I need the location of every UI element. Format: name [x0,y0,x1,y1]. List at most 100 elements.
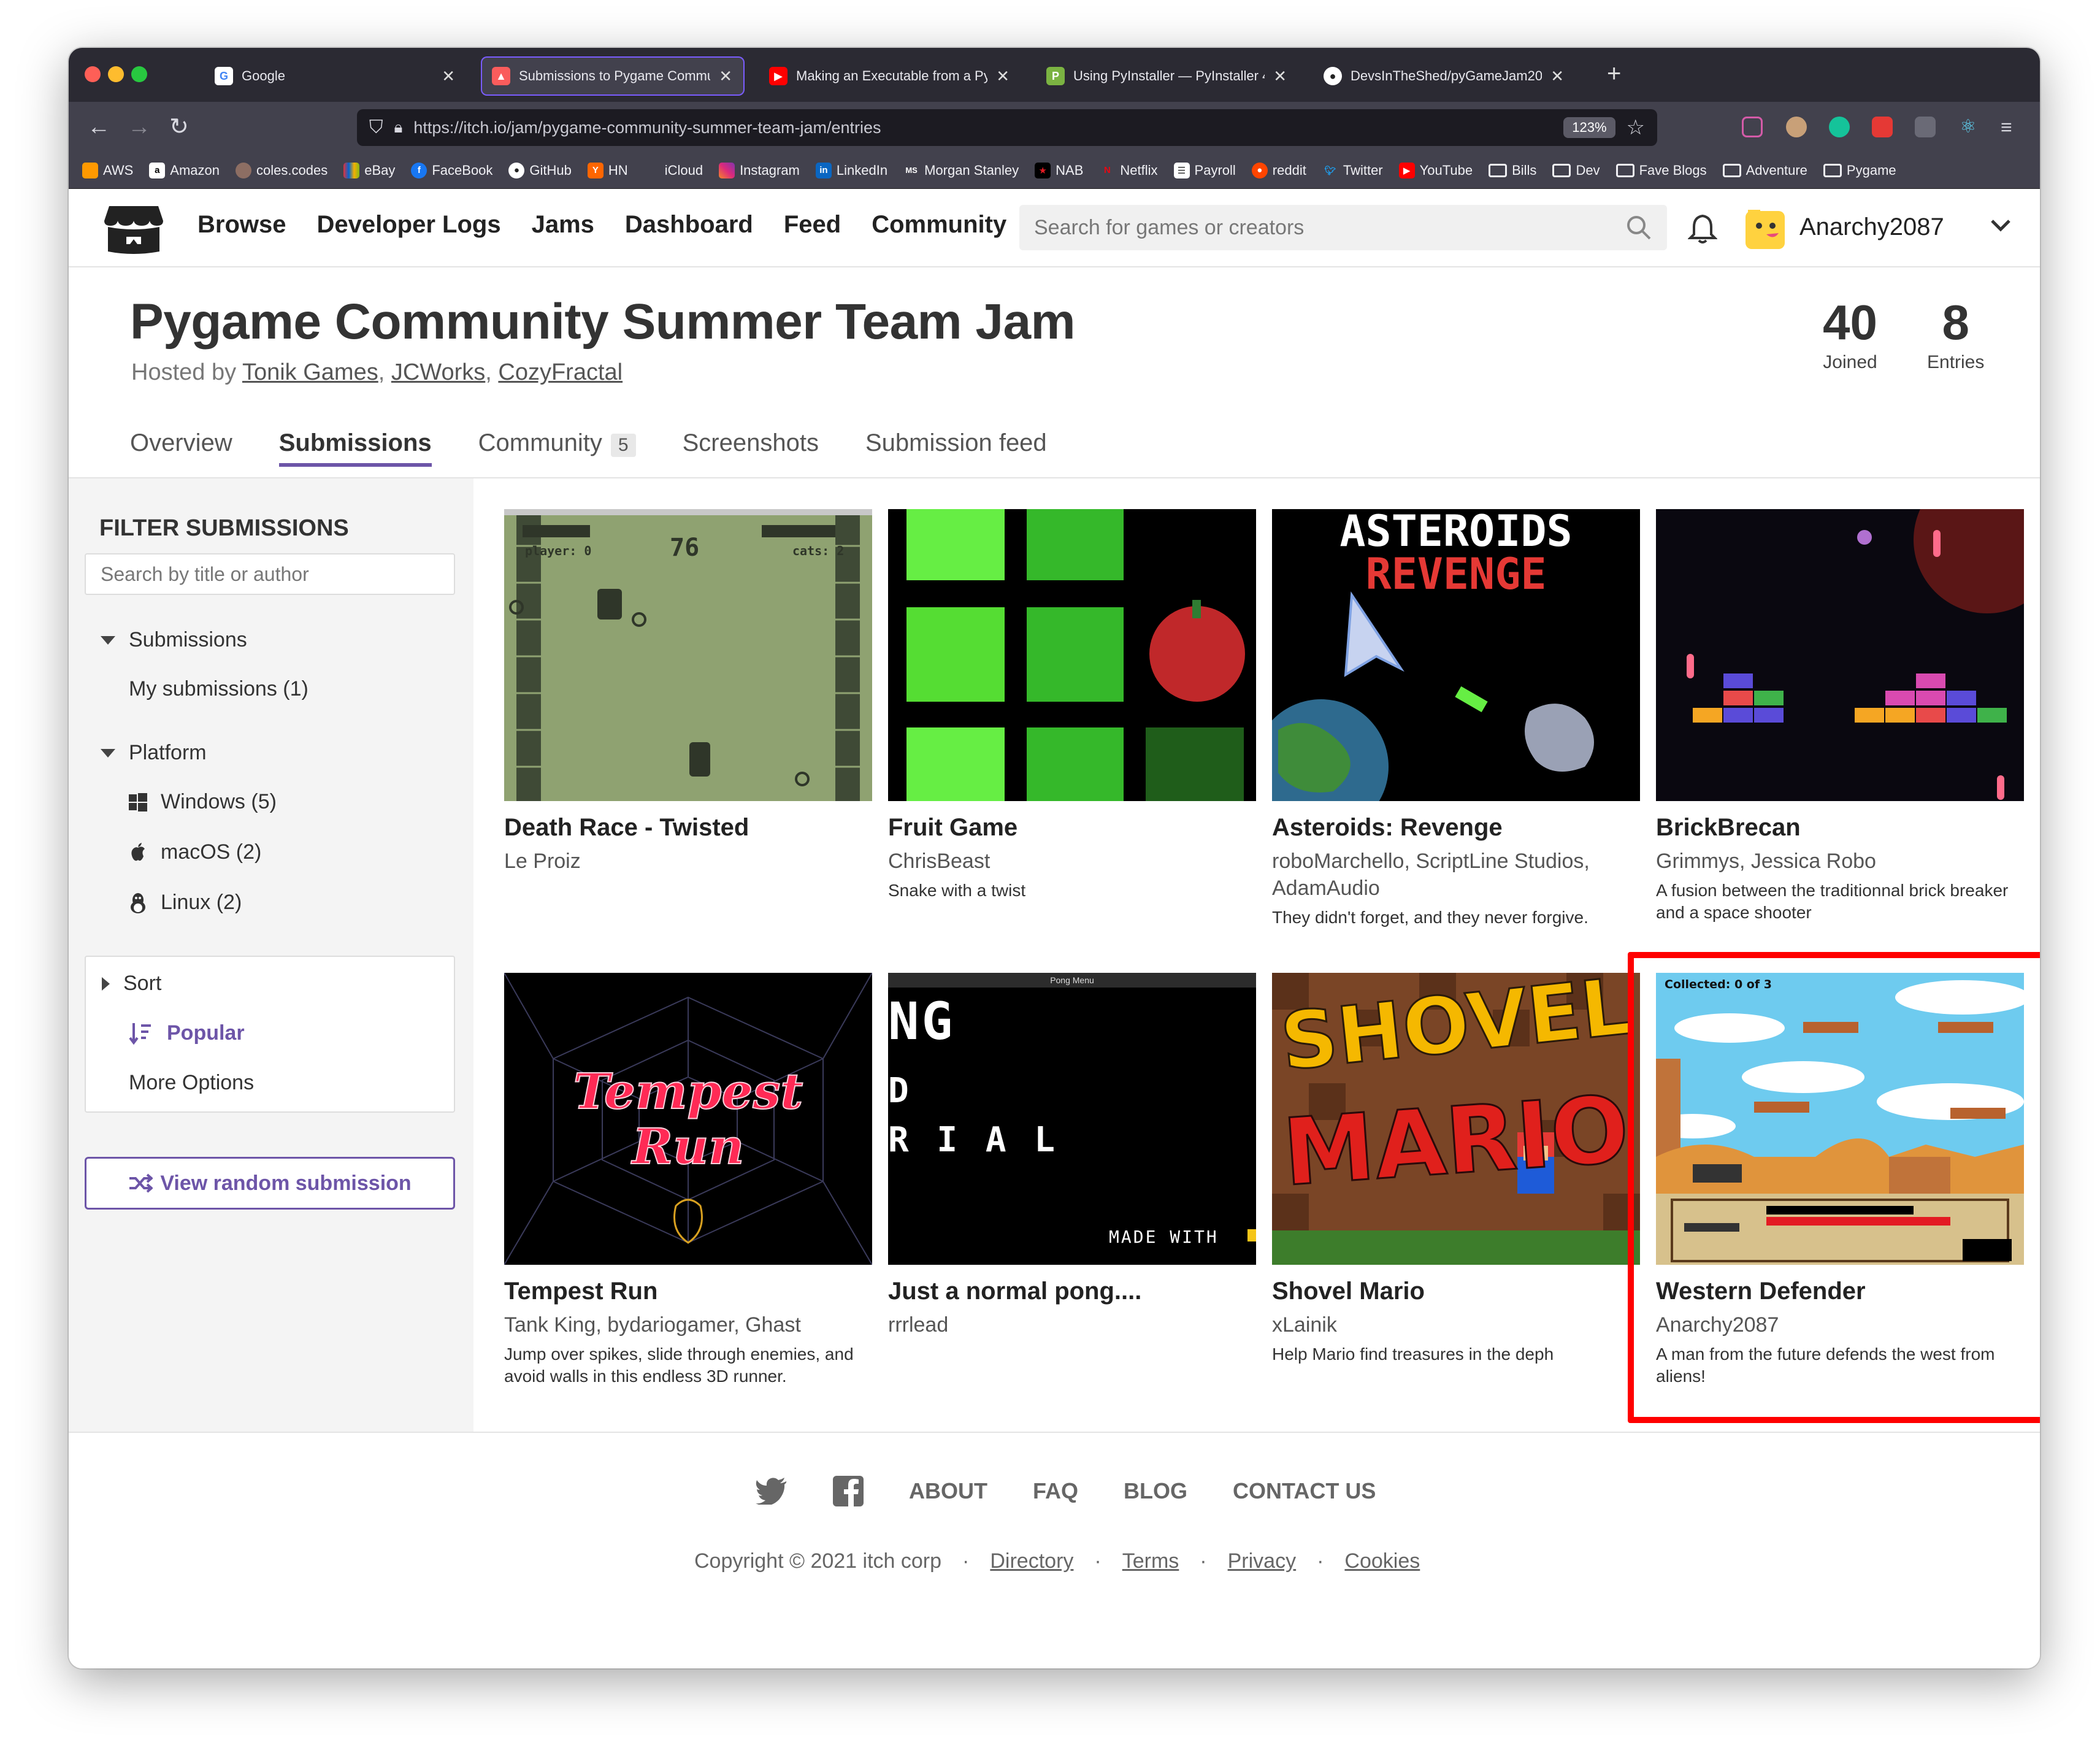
shield-icon[interactable]: ⛉ [369,117,383,138]
zoom-level-badge[interactable]: 123% [1563,117,1615,138]
footer-faq-link[interactable]: FAQ [1033,1478,1078,1504]
game-title[interactable]: BrickBrecan [1656,812,2024,843]
game-thumbnail-brickbrecan[interactable] [1656,509,2024,801]
browser-tab-github[interactable]: ● DevsInTheShed/pyGameJam202 ✕ [1312,56,1576,96]
bookmark-icloud[interactable]: iCloud [644,163,703,178]
nav-community[interactable]: Community [872,211,1006,239]
bookmark-folder-pygame[interactable]: Pygame [1823,163,1896,178]
menu-icon[interactable]: ≡ [2001,113,2012,141]
game-title[interactable]: Fruit Game [888,812,1256,843]
forward-arrow-icon[interactable]: → [128,113,151,141]
close-tab-icon[interactable]: ✕ [719,67,732,86]
game-thumbnail-asteroids[interactable]: ASTEROIDS REVENGE [1272,509,1640,801]
sort-more-options[interactable]: More Options [129,1071,254,1095]
game-title[interactable]: Just a normal pong.... [888,1276,1256,1306]
game-thumbnail-shovel-mario[interactable]: SHOVEL MARIO [1272,973,1640,1265]
bookmark-folder-fave-blogs[interactable]: Fave Blogs [1615,163,1707,178]
close-tab-icon[interactable]: ✕ [1550,67,1564,86]
site-search-input[interactable]: Search for games or creators [1019,205,1667,250]
game-thumbnail-death-race[interactable]: 76 player: 0 cats: 2 [504,509,872,801]
game-author[interactable]: xLainik [1272,1311,1640,1338]
grammarly-icon[interactable] [1829,117,1850,137]
nav-browse[interactable]: Browse [197,211,286,239]
bookmark-folder-dev[interactable]: Dev [1552,163,1600,178]
host-link[interactable]: CozyFractal [498,359,623,385]
bookmark-amazon[interactable]: a Amazon [149,162,220,178]
itch-logo-icon[interactable] [103,201,164,256]
sort-toggle[interactable]: Sort [102,972,161,996]
game-author[interactable]: ChrisBeast [888,848,1256,875]
bookmark-linkedin[interactable]: in LinkedIn [815,162,887,178]
game-author[interactable]: Grimmys, Jessica Robo [1656,848,2024,875]
game-title[interactable]: Death Race - Twisted [504,812,872,843]
pocket-icon[interactable] [1742,117,1763,137]
search-icon[interactable] [1625,214,1652,241]
footer-blog-link[interactable]: BLOG [1124,1478,1187,1504]
footer-contact-link[interactable]: CONTACT US [1233,1478,1376,1504]
filter-search-input[interactable]: Search by title or author [85,553,455,595]
footer-terms-link[interactable]: Terms [1122,1549,1179,1573]
nav-dashboard[interactable]: Dashboard [625,211,753,239]
linux-filter[interactable]: Linux (2) [129,891,242,915]
bookmark-morgan-stanley[interactable]: MS Morgan Stanley [903,163,1019,178]
tab-submissions[interactable]: Submissions [278,429,432,467]
platform-filter-toggle[interactable]: Platform [101,741,207,765]
browser-tab-submissions[interactable]: ▲ Submissions to Pygame Commu ✕ [481,56,745,96]
game-card[interactable]: SHOVEL MARIO Shovel Mario xLainik Help M… [1272,973,1640,1365]
game-thumbnail-tempest-run[interactable]: Tempest Run [504,973,872,1265]
close-tab-icon[interactable]: ✕ [442,67,455,86]
footer-directory-link[interactable]: Directory [990,1549,1073,1573]
user-avatar[interactable] [1743,207,1787,251]
nav-jams[interactable]: Jams [532,211,594,239]
bookmark-ebay[interactable]: eBay [343,162,395,178]
game-author[interactable]: roboMarchello, ScriptLine Studios, AdamA… [1272,848,1640,902]
tab-overview[interactable]: Overview [130,429,232,467]
close-window-button[interactable] [85,66,101,82]
browser-tab-google[interactable]: G Google ✕ [204,56,467,96]
game-card[interactable]: Tempest Run Tempest Run Tank King, bydar… [504,973,872,1387]
game-card[interactable]: Fruit Game ChrisBeast Snake with a twist [888,509,1256,902]
footer-cookies-link[interactable]: Cookies [1344,1549,1420,1573]
bookmark-folder-adventure[interactable]: Adventure [1722,163,1807,178]
bookmark-star-icon[interactable]: ☆ [1627,115,1645,140]
my-submissions-filter[interactable]: My submissions (1) [129,677,308,701]
footer-about-link[interactable]: ABOUT [909,1478,987,1504]
notification-bell-icon[interactable] [1688,213,1717,244]
react-devtools-icon[interactable]: ⚛ [1958,117,1979,137]
lock-icon[interactable]: 🔒︎ [394,118,403,137]
game-card[interactable]: BrickBrecan Grimmys, Jessica Robo A fusi… [1656,509,2024,924]
extension-cube-icon[interactable] [1915,117,1936,137]
close-tab-icon[interactable]: ✕ [996,67,1010,86]
tab-submission-feed[interactable]: Submission feed [865,429,1047,467]
bookmark-youtube[interactable]: ▶ YouTube [1398,162,1473,178]
bookmark-hn[interactable]: Y HN [587,162,628,178]
browser-tab-youtube[interactable]: ▶ Making an Executable from a Py ✕ [758,56,1022,96]
twitter-icon[interactable] [756,1478,788,1505]
bookmark-instagram[interactable]: Instagram [719,162,800,178]
bookmark-nab[interactable]: ★ NAB [1035,162,1083,178]
facebook-icon[interactable] [833,1476,864,1506]
bookmark-twitter[interactable]: 🐦︎ Twitter [1322,163,1382,178]
bookmark-folder-bills[interactable]: Bills [1489,163,1536,178]
maximize-window-button[interactable] [131,66,147,82]
bookmark-coles-codes[interactable]: coles.codes [236,162,328,178]
game-thumbnail-pong[interactable]: Pong Menu NG D R I A L MADE WITH [888,973,1256,1265]
host-link[interactable]: Tonik Games [242,359,378,385]
username-label[interactable]: Anarchy2087 [1799,213,1944,241]
url-text[interactable]: https://itch.io/jam/pygame-community-sum… [413,118,1552,137]
footer-privacy-link[interactable]: Privacy [1228,1549,1296,1573]
bookmark-aws[interactable]: AWS [82,162,133,178]
address-bar[interactable]: ⛉ 🔒︎ https://itch.io/jam/pygame-communit… [357,109,1657,146]
host-link[interactable]: JCWorks [391,359,485,385]
nav-feed[interactable]: Feed [784,211,841,239]
reload-icon[interactable]: ↻ [169,113,189,141]
close-tab-icon[interactable]: ✕ [1273,67,1287,86]
sort-popular-option[interactable]: Popular [129,1021,245,1045]
browser-tab-pyinstaller[interactable]: P Using PyInstaller — PyInstaller 4 ✕ [1035,56,1299,96]
profile-avatar-icon[interactable] [1786,117,1807,137]
game-author[interactable]: rrrlead [888,1311,1256,1338]
game-author[interactable]: Le Proiz [504,848,872,875]
submissions-filter-toggle[interactable]: Submissions [101,628,247,652]
back-arrow-icon[interactable]: ← [87,113,110,141]
bookmark-reddit[interactable]: ● reddit [1251,162,1306,178]
